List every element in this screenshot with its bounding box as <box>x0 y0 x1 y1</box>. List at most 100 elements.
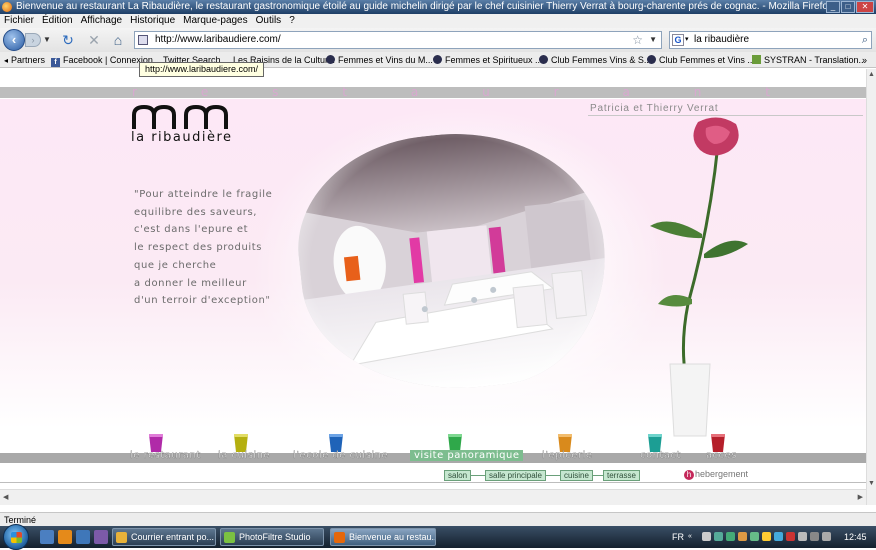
subnav-terrasse[interactable]: terrasse <box>603 470 640 481</box>
tray-app-icon[interactable] <box>726 532 735 541</box>
bookmark-facebook[interactable]: f Facebook | Connexion <box>51 52 153 67</box>
nav-le-restaurant[interactable]: le restaurant <box>130 450 201 461</box>
menu-affichage[interactable]: Affichage <box>81 14 123 28</box>
menu-fichier[interactable]: Fichier <box>4 14 34 28</box>
scroll-left-icon[interactable]: ◀ <box>3 493 8 501</box>
ie-quicklaunch-icon[interactable] <box>76 530 90 544</box>
media-quicklaunch-icon[interactable] <box>94 530 108 544</box>
banner-letter: r <box>132 85 139 99</box>
site-logo[interactable]: la ribaudière <box>131 104 236 145</box>
logo-text: la ribaudière <box>131 130 233 145</box>
status-bar: Terminé <box>0 512 876 526</box>
system-tray: FR « 12:45 <box>668 526 876 548</box>
subnav-cuisine[interactable]: cuisine <box>560 470 593 481</box>
nav-visite-panoramique[interactable]: visite panoramique <box>410 450 524 461</box>
nav-contact[interactable]: contact <box>640 450 681 461</box>
window-title-bar: Bienvenue au restaurant La Ribaudière, l… <box>0 0 876 14</box>
task-firefox[interactable]: Bienvenue au restau... <box>330 528 436 546</box>
window-title: Bienvenue au restaurant La Ribaudière, l… <box>16 1 833 12</box>
rose-in-vase-illustration <box>650 117 748 437</box>
history-dropdown-icon[interactable]: ▼ <box>43 35 51 44</box>
tray-expand-icon[interactable]: « <box>688 526 692 548</box>
subnav-salon[interactable]: salon <box>444 470 472 481</box>
partners-icon: ◂ <box>4 56 9 65</box>
bookmark-systran[interactable]: SYSTRAN - Translation... <box>752 52 866 67</box>
site-favicon-icon <box>138 35 148 45</box>
tray-app-icon[interactable] <box>714 532 723 541</box>
clock[interactable]: 12:45 <box>844 526 867 548</box>
task-photofiltre[interactable]: PhotoFiltre Studio <box>220 528 324 546</box>
scroll-right-icon[interactable]: ▶ <box>858 493 863 501</box>
maximize-button[interactable]: □ <box>841 1 855 13</box>
menu-help[interactable]: ? <box>289 14 295 28</box>
systran-icon <box>752 55 761 64</box>
task-courrier[interactable]: Courrier entrant po... <box>112 528 216 546</box>
search-bar[interactable]: G ▾ la ribaudière ⌕ <box>669 31 872 49</box>
banner-letter: t <box>342 85 349 99</box>
bookmark-star-icon[interactable]: ☆ <box>632 32 643 48</box>
banner-letter: a <box>622 85 632 99</box>
address-bar[interactable]: http://www.laribaudiere.com/ ☆ ▼ <box>134 31 662 49</box>
menu-edition[interactable]: Édition <box>42 14 73 28</box>
show-desktop-icon[interactable] <box>40 530 54 544</box>
network-icon[interactable] <box>810 532 819 541</box>
volume-icon[interactable] <box>822 532 831 541</box>
minimize-button[interactable]: _ <box>826 1 840 13</box>
bookmark-club-femmes-vins-s[interactable]: Club Femmes Vins & S... <box>539 52 651 67</box>
tray-app-icon[interactable] <box>774 532 783 541</box>
hebergement-link[interactable]: h hebergement <box>684 469 748 480</box>
firefox-quicklaunch-icon[interactable] <box>58 530 72 544</box>
bookmarks-overflow-icon[interactable]: » <box>862 52 867 67</box>
bookmark-femmes-spiritueux[interactable]: Femmes et Spiritueux ... <box>433 52 543 67</box>
bookmark-femmes-vins[interactable]: Femmes et Vins du M... <box>326 52 433 67</box>
web-page: r e s t a u r a n t Patricia et Thierry … <box>0 69 876 505</box>
nav-acces[interactable]: acces <box>706 450 737 461</box>
banner-letter: a <box>410 85 421 99</box>
forward-arrow-icon[interactable]: › <box>25 33 41 47</box>
bookmark-icon <box>326 55 335 64</box>
tray-app-icon[interactable] <box>738 532 747 541</box>
nav-ecole-de-cuisine[interactable]: l'ecole de cuisine <box>293 450 388 461</box>
banner-letter: t <box>765 85 772 99</box>
stop-icon[interactable]: ✕ <box>86 32 102 48</box>
reload-icon[interactable]: ↻ <box>60 32 76 48</box>
url-tooltip: http://www.laribaudiere.com/ <box>139 62 265 77</box>
scroll-up-icon[interactable]: ▲ <box>868 71 875 78</box>
nav-epicerie[interactable]: l'epicerie <box>542 450 593 461</box>
engine-dropdown-icon[interactable]: ▾ <box>685 32 689 48</box>
home-icon[interactable]: ⌂ <box>110 32 126 48</box>
firefox-icon <box>2 2 12 12</box>
language-indicator[interactable]: FR <box>672 526 684 548</box>
horizontal-scrollbar[interactable]: ◀ ▶ <box>0 489 866 505</box>
navigation-toolbar: ‹ › ▼ ↻ ✕ ⌂ http://www.laribaudiere.com/… <box>0 28 876 52</box>
tray-app-icon[interactable] <box>750 532 759 541</box>
windows-taskbar: Courrier entrant po... PhotoFiltre Studi… <box>0 524 876 550</box>
tray-app-icon[interactable] <box>786 532 795 541</box>
start-button[interactable] <box>3 524 29 550</box>
search-input[interactable]: la ribaudière <box>694 34 749 45</box>
tray-app-icon[interactable] <box>762 532 771 541</box>
search-icon[interactable]: ⌕ <box>862 32 868 48</box>
photo-vignette <box>287 118 618 405</box>
owners-name: Patricia et Thierry Verrat <box>590 103 719 114</box>
close-button[interactable]: ✕ <box>856 1 874 13</box>
bookmarks-toolbar: ◂ Partners f Facebook | Connexion Twitter … <box>0 52 876 68</box>
tray-app-icon[interactable] <box>798 532 807 541</box>
back-arrow-icon[interactable]: ‹ <box>3 29 25 51</box>
dining-room-photo <box>287 118 618 405</box>
vertical-scrollbar[interactable]: ▲ ▼ <box>866 69 876 505</box>
subnav-salle-principale[interactable]: salle principale <box>485 470 546 481</box>
bookmark-club-femmes-et-vins[interactable]: Club Femmes et Vins ... <box>647 52 755 67</box>
menu-marque-pages[interactable]: Marque-pages <box>183 14 247 28</box>
menu-historique[interactable]: Historique <box>130 14 175 28</box>
banner-letter: e <box>200 85 211 99</box>
scroll-down-icon[interactable]: ▼ <box>868 480 875 487</box>
logo-arches-icon <box>132 104 228 129</box>
google-engine-icon[interactable]: G <box>672 34 684 46</box>
url-dropdown-icon[interactable]: ▼ <box>649 32 657 48</box>
nav-la-cuisine[interactable]: la cuisine <box>218 450 270 461</box>
tray-app-icon[interactable] <box>702 532 711 541</box>
menu-outils[interactable]: Outils <box>256 14 282 28</box>
bookmark-partners[interactable]: ◂ Partners <box>4 52 45 67</box>
bookmark-icon <box>433 55 442 64</box>
